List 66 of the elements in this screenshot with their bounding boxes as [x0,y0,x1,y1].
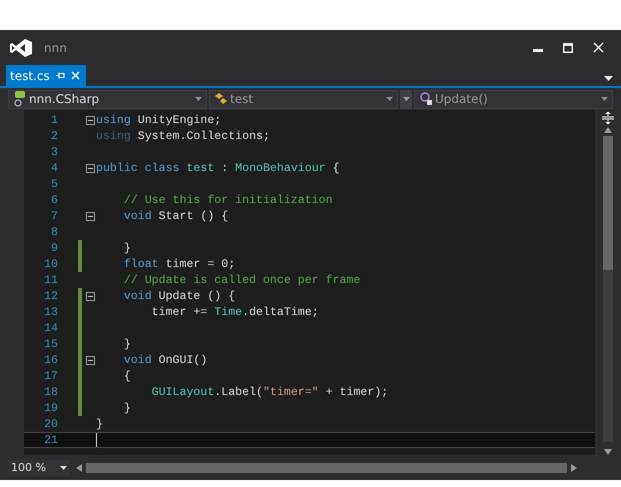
split-dropdown-button[interactable] [400,90,412,108]
caret-icon[interactable] [60,466,67,470]
split-icon[interactable] [602,112,614,124]
code-line: } [122,402,131,414]
code-line: void Start () { [122,210,228,222]
line-number: 13 [43,306,58,318]
code-line: } [122,242,131,254]
zoom-dropdown[interactable]: 100 % [8,460,70,476]
line-number: 12 [43,290,58,302]
scroll-up-arrow[interactable] [604,127,612,133]
scroll-right-arrow[interactable] [571,464,577,472]
line-number: 2 [50,130,58,142]
collapse-icon[interactable] [86,292,94,300]
code-line: // Use this for initialization [122,194,333,206]
line-number: 20 [43,418,58,430]
code-line: void OnGUI() [122,354,208,366]
horizontal-scrollbar[interactable] [86,462,567,472]
line-number: 19 [43,402,58,414]
code-line: using System.Collections; [96,130,270,142]
code-line: void Update () { [122,290,236,302]
code-line: { [122,370,131,382]
line-number: 11 [43,274,58,286]
navigation-dropdown[interactable]: test [209,90,398,108]
line-number: 14 [43,322,58,334]
project-icon [13,91,27,107]
code-line: } [96,418,103,430]
scroll-down-arrow[interactable] [604,449,612,455]
line-number: 3 [50,146,58,158]
line-number: 18 [43,386,58,398]
navigation-dropdown[interactable]: Update() [414,90,613,108]
text-cursor [96,433,97,447]
line-number: 16 [43,354,58,366]
code-line: // Update is called once per frame [122,274,360,286]
code-line: public class test : MonoBehaviour { [96,162,340,174]
code-line: GUILayout.Label("timer=" + timer); [150,386,388,398]
maximize-icon[interactable] [563,42,573,52]
window-title: nnn [44,40,68,54]
close-icon[interactable] [592,42,604,53]
logo-icon [10,38,32,56]
class-icon [214,92,228,106]
code-line: using UnityEngine; [96,114,222,126]
pin-icon[interactable] [56,71,65,80]
file-tab[interactable]: test.cs [6,65,86,86]
line-number: 8 [50,226,58,238]
tab-menu-button[interactable] [604,76,613,81]
code-line: float timer = 0; [122,258,236,270]
navigation-dropdown[interactable]: nnn.CSharp [8,90,207,108]
method-icon [419,92,433,106]
line-number: 21 [43,434,58,446]
scroll-thumb[interactable] [603,136,613,270]
line-number: 7 [50,210,58,222]
code-line: timer += Time.deltaTime; [150,306,319,318]
line-number: 5 [50,178,58,190]
collapse-icon[interactable] [86,356,94,364]
line-number: 1 [50,114,58,126]
line-number: 17 [43,370,58,382]
collapse-icon[interactable] [86,116,94,124]
collapse-icon[interactable] [86,212,94,220]
line-number: 9 [50,242,58,254]
scroll-left-arrow[interactable] [76,464,82,472]
code-line: } [122,338,131,350]
line-number: 15 [43,338,58,350]
collapse-icon[interactable] [86,164,94,172]
line-number: 4 [50,162,58,174]
line-number: 10 [43,258,58,270]
line-number: 6 [50,194,58,206]
